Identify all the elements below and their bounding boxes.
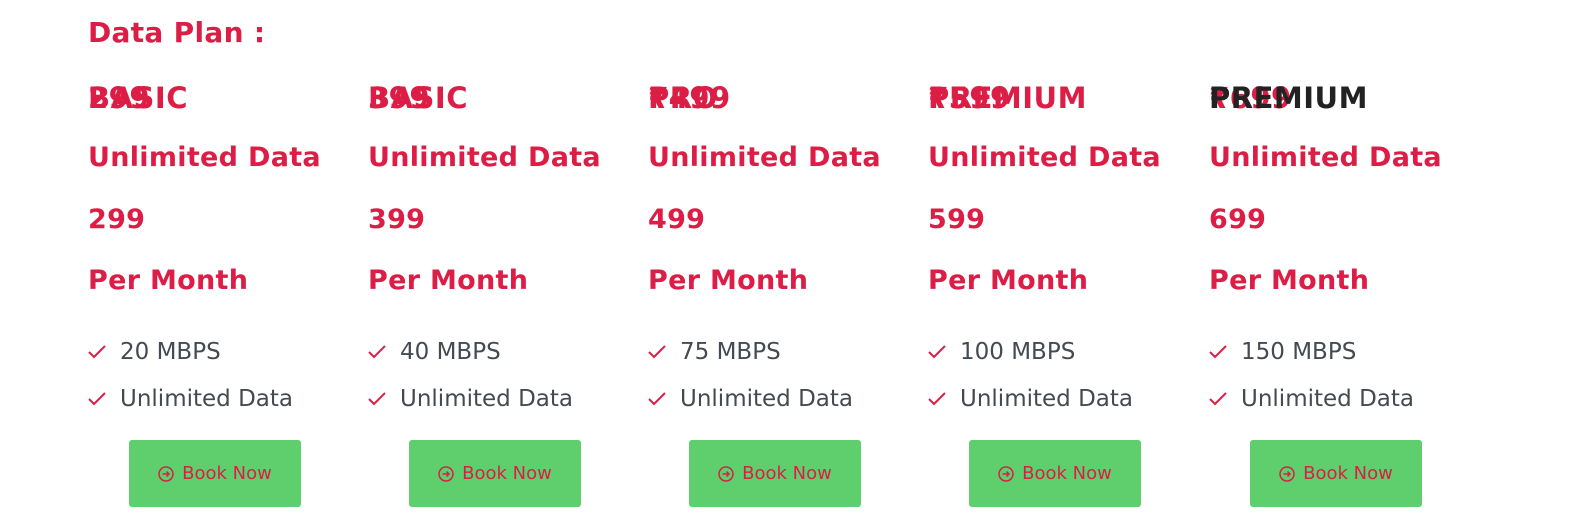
plan-name: PREMIUM — [928, 81, 1087, 115]
check-icon — [928, 391, 946, 405]
plan-price: 399 — [368, 204, 426, 235]
plan-feature-item: Unlimited Data — [1209, 375, 1414, 422]
book-now-label: Book Now — [742, 463, 832, 484]
plan-features: 40 MBPS Unlimited Data — [368, 328, 573, 422]
book-now-button[interactable]: Book Now — [969, 440, 1141, 507]
book-now-button[interactable]: Book Now — [689, 440, 861, 507]
plan-price: 599 — [928, 204, 986, 235]
plan-features: 100 MBPS Unlimited Data — [928, 328, 1133, 422]
plan-title: 399 BASIC — [368, 78, 628, 118]
plan-feature-text: 100 MBPS — [960, 338, 1076, 365]
plan-feature-title: Unlimited Data — [928, 142, 1161, 173]
plan-feature-text: 150 MBPS — [1241, 338, 1357, 365]
check-icon — [88, 391, 106, 405]
plan-period: Per Month — [368, 265, 529, 296]
circle-arrow-right-icon — [998, 465, 1014, 482]
plan-name: BASIC — [88, 81, 189, 115]
plan-feature-text: Unlimited Data — [120, 385, 293, 412]
check-icon — [368, 391, 386, 405]
plan-feature-item: 100 MBPS — [928, 328, 1133, 375]
plan-feature-title: Unlimited Data — [88, 142, 321, 173]
plan-feature-item: Unlimited Data — [88, 375, 293, 422]
plan-feature-title: Unlimited Data — [1209, 142, 1442, 173]
book-now-label: Book Now — [462, 463, 552, 484]
plan-name: PREMIUM — [1209, 81, 1368, 115]
circle-arrow-right-icon — [158, 465, 174, 482]
plan-feature-item: Unlimited Data — [648, 375, 853, 422]
plan-feature-text: 75 MBPS — [680, 338, 781, 365]
plan-title: ₹599 PREMIUM — [928, 78, 1188, 118]
plan-period: Per Month — [88, 265, 249, 296]
plan-feature-item: 75 MBPS — [648, 328, 853, 375]
plan-features: 20 MBPS Unlimited Data — [88, 328, 293, 422]
plan-feature-text: Unlimited Data — [680, 385, 853, 412]
plan-feature-text: 40 MBPS — [400, 338, 501, 365]
book-now-button[interactable]: Book Now — [129, 440, 301, 507]
plan-title: ₹499 PRO — [648, 78, 908, 118]
plan-title: ₹699 PREMIUM — [1209, 78, 1469, 118]
plan-card: 399 BASIC Unlimited Data 399 Per Month 4… — [368, 0, 648, 529]
book-now-label: Book Now — [1303, 463, 1393, 484]
plan-feature-item: Unlimited Data — [368, 375, 573, 422]
check-icon — [648, 391, 666, 405]
plan-feature-title: Unlimited Data — [368, 142, 601, 173]
plan-feature-text: Unlimited Data — [1241, 385, 1414, 412]
plan-price: 699 — [1209, 204, 1267, 235]
plan-feature-item: 40 MBPS — [368, 328, 573, 375]
plan-price: 499 — [648, 204, 706, 235]
plan-feature-item: 150 MBPS — [1209, 328, 1414, 375]
plan-name: PRO — [648, 81, 718, 115]
plan-card: ₹599 PREMIUM Unlimited Data 599 Per Mont… — [928, 0, 1208, 529]
plan-features: 150 MBPS Unlimited Data — [1209, 328, 1414, 422]
plan-card: ₹699 PREMIUM Unlimited Data 699 Per Mont… — [1209, 0, 1489, 529]
plan-period: Per Month — [648, 265, 809, 296]
check-icon — [1209, 391, 1227, 405]
plan-feature-text: Unlimited Data — [400, 385, 573, 412]
book-now-label: Book Now — [182, 463, 272, 484]
circle-arrow-right-icon — [1279, 465, 1295, 482]
circle-arrow-right-icon — [718, 465, 734, 482]
plan-feature-title: Unlimited Data — [648, 142, 881, 173]
plan-feature-text: Unlimited Data — [960, 385, 1133, 412]
plan-feature-item: 20 MBPS — [88, 328, 293, 375]
book-now-button[interactable]: Book Now — [409, 440, 581, 507]
plan-price: 299 — [88, 204, 146, 235]
check-icon — [648, 344, 666, 358]
plans-row: 299 BASIC Unlimited Data 299 Per Month 2… — [0, 0, 1594, 529]
plan-name: BASIC — [368, 81, 469, 115]
plan-period: Per Month — [1209, 265, 1370, 296]
circle-arrow-right-icon — [438, 465, 454, 482]
plan-card: ₹499 PRO Unlimited Data 499 Per Month 75… — [648, 0, 928, 529]
plan-title: 299 BASIC — [88, 78, 348, 118]
plan-feature-item: Unlimited Data — [928, 375, 1133, 422]
check-icon — [88, 344, 106, 358]
book-now-label: Book Now — [1022, 463, 1112, 484]
check-icon — [1209, 344, 1227, 358]
plan-card: 299 BASIC Unlimited Data 299 Per Month 2… — [88, 0, 368, 529]
plan-period: Per Month — [928, 265, 1089, 296]
plan-feature-text: 20 MBPS — [120, 338, 221, 365]
book-now-button[interactable]: Book Now — [1250, 440, 1422, 507]
check-icon — [368, 344, 386, 358]
check-icon — [928, 344, 946, 358]
plan-features: 75 MBPS Unlimited Data — [648, 328, 853, 422]
